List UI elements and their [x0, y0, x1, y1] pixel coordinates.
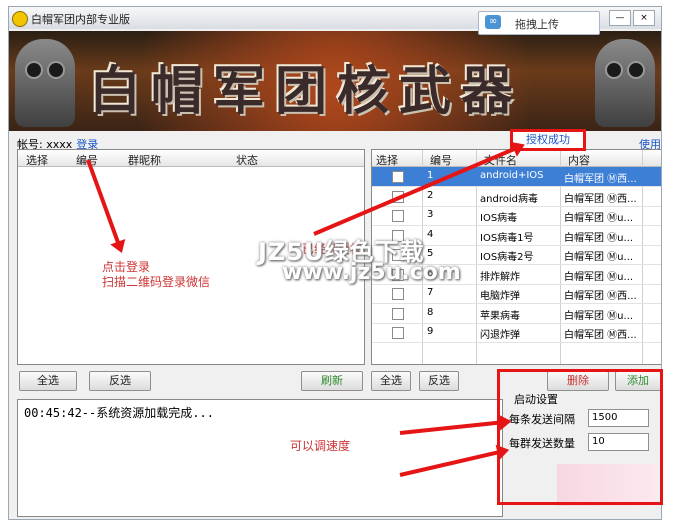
link-icon: ∞ — [485, 15, 501, 29]
window-title: 白帽军团内部专业版 — [31, 13, 130, 26]
header-id[interactable]: 编号 — [430, 152, 452, 168]
file-row[interactable]: 3 IOS病毒 白帽军团 Ⓜu... — [372, 206, 661, 226]
log-line: 00:45:42--系统资源加载完成... — [24, 406, 214, 420]
mask-eye — [47, 61, 65, 79]
refresh-button[interactable]: 刷新 — [301, 371, 363, 391]
file-row[interactable]: 7 电脑炸弹 白帽军团 Ⓜ西... — [372, 284, 661, 304]
close-button[interactable]: × — [633, 10, 655, 26]
row-file-name: IOS病毒2号 — [480, 252, 534, 263]
row-file-name: android+IOS — [480, 170, 544, 181]
mask-eye — [627, 61, 645, 79]
mask-eye — [25, 61, 43, 79]
row-content: 白帽军团 Ⓜ西... — [564, 174, 637, 185]
row-file-name: 电脑炸弹 — [480, 291, 520, 302]
row-file-name: 苹果病毒 — [480, 310, 520, 322]
minimize-button[interactable]: — — [609, 10, 631, 26]
row-content: 白帽军团 Ⓜu... — [564, 232, 634, 244]
row-checkbox[interactable] — [392, 288, 404, 300]
row-file-name: 排炸解炸 — [480, 271, 520, 283]
row-id: 4 — [427, 228, 434, 240]
settings-highlight-box — [497, 369, 663, 505]
upload-label: 拖拽上传 — [515, 18, 559, 31]
invert-selection-button[interactable]: 反选 — [89, 371, 151, 391]
file-row[interactable]: 9 闪退炸弹 白帽军团 Ⓜ西... — [372, 323, 661, 343]
row-id: 9 — [427, 326, 434, 337]
header-status[interactable]: 状态 — [236, 152, 258, 168]
row-file-name: android病毒 — [480, 193, 538, 205]
header-select[interactable]: 选择 — [26, 152, 48, 168]
row-content: 白帽军团 Ⓜu... — [564, 252, 634, 263]
row-checkbox[interactable] — [392, 327, 404, 339]
row-content: 白帽军团 Ⓜu... — [564, 310, 634, 322]
speed-hint: 可以调速度 — [290, 439, 351, 453]
login-hint-2: 扫描二维码登录微信 — [102, 275, 211, 289]
watermark-line2: www.jz5u.com — [282, 260, 461, 285]
gas-mask-image-left — [15, 39, 75, 127]
invert-files-button[interactable]: 反选 — [419, 371, 459, 391]
header-group-name[interactable]: 群昵称 — [128, 152, 161, 168]
banner: 白帽军团核武器 — [9, 31, 661, 131]
app-icon — [12, 11, 28, 27]
window-controls: — × — [607, 10, 655, 26]
row-id: 7 — [427, 287, 434, 298]
row-file-name: IOS病毒 — [480, 213, 518, 224]
row-file-name: IOS病毒1号 — [480, 232, 534, 244]
row-content: 白帽军团 Ⓜu... — [564, 271, 634, 283]
banner-title: 白帽军团核武器 — [89, 62, 524, 122]
row-content: 白帽军团 Ⓜ西... — [564, 330, 637, 341]
file-row[interactable]: 1 android+IOS 白帽军团 Ⓜ西... — [372, 167, 661, 187]
file-row[interactable]: 8 苹果病毒 白帽军团 Ⓜu... — [372, 304, 661, 324]
row-id: 2 — [427, 189, 434, 201]
row-id: 5 — [427, 248, 434, 259]
header-content[interactable]: 内容 — [568, 152, 590, 168]
select-all-files-button[interactable]: 全选 — [371, 371, 411, 391]
select-all-button[interactable]: 全选 — [19, 371, 77, 391]
drag-upload-button[interactable]: ∞ 拖拽上传 — [478, 11, 600, 35]
row-checkbox[interactable] — [392, 171, 404, 183]
row-file-name: 闪退炸弹 — [480, 330, 520, 341]
row-content: 白帽军团 Ⓜu... — [564, 213, 634, 224]
row-id: 3 — [427, 209, 434, 220]
header-select[interactable]: 选择 — [376, 152, 398, 168]
group-table-header: 选择 编号 群昵称 状态 — [18, 150, 364, 167]
log-output: 00:45:42--系统资源加载完成... — [17, 399, 503, 517]
row-id: 8 — [427, 306, 434, 318]
row-content: 白帽军团 Ⓜ西... — [564, 291, 637, 302]
row-checkbox[interactable] — [392, 307, 404, 320]
row-checkbox[interactable] — [392, 210, 404, 222]
mask-eye — [605, 61, 623, 79]
row-content: 白帽军团 Ⓜ西... — [564, 193, 637, 205]
gas-mask-image-right — [595, 39, 655, 127]
